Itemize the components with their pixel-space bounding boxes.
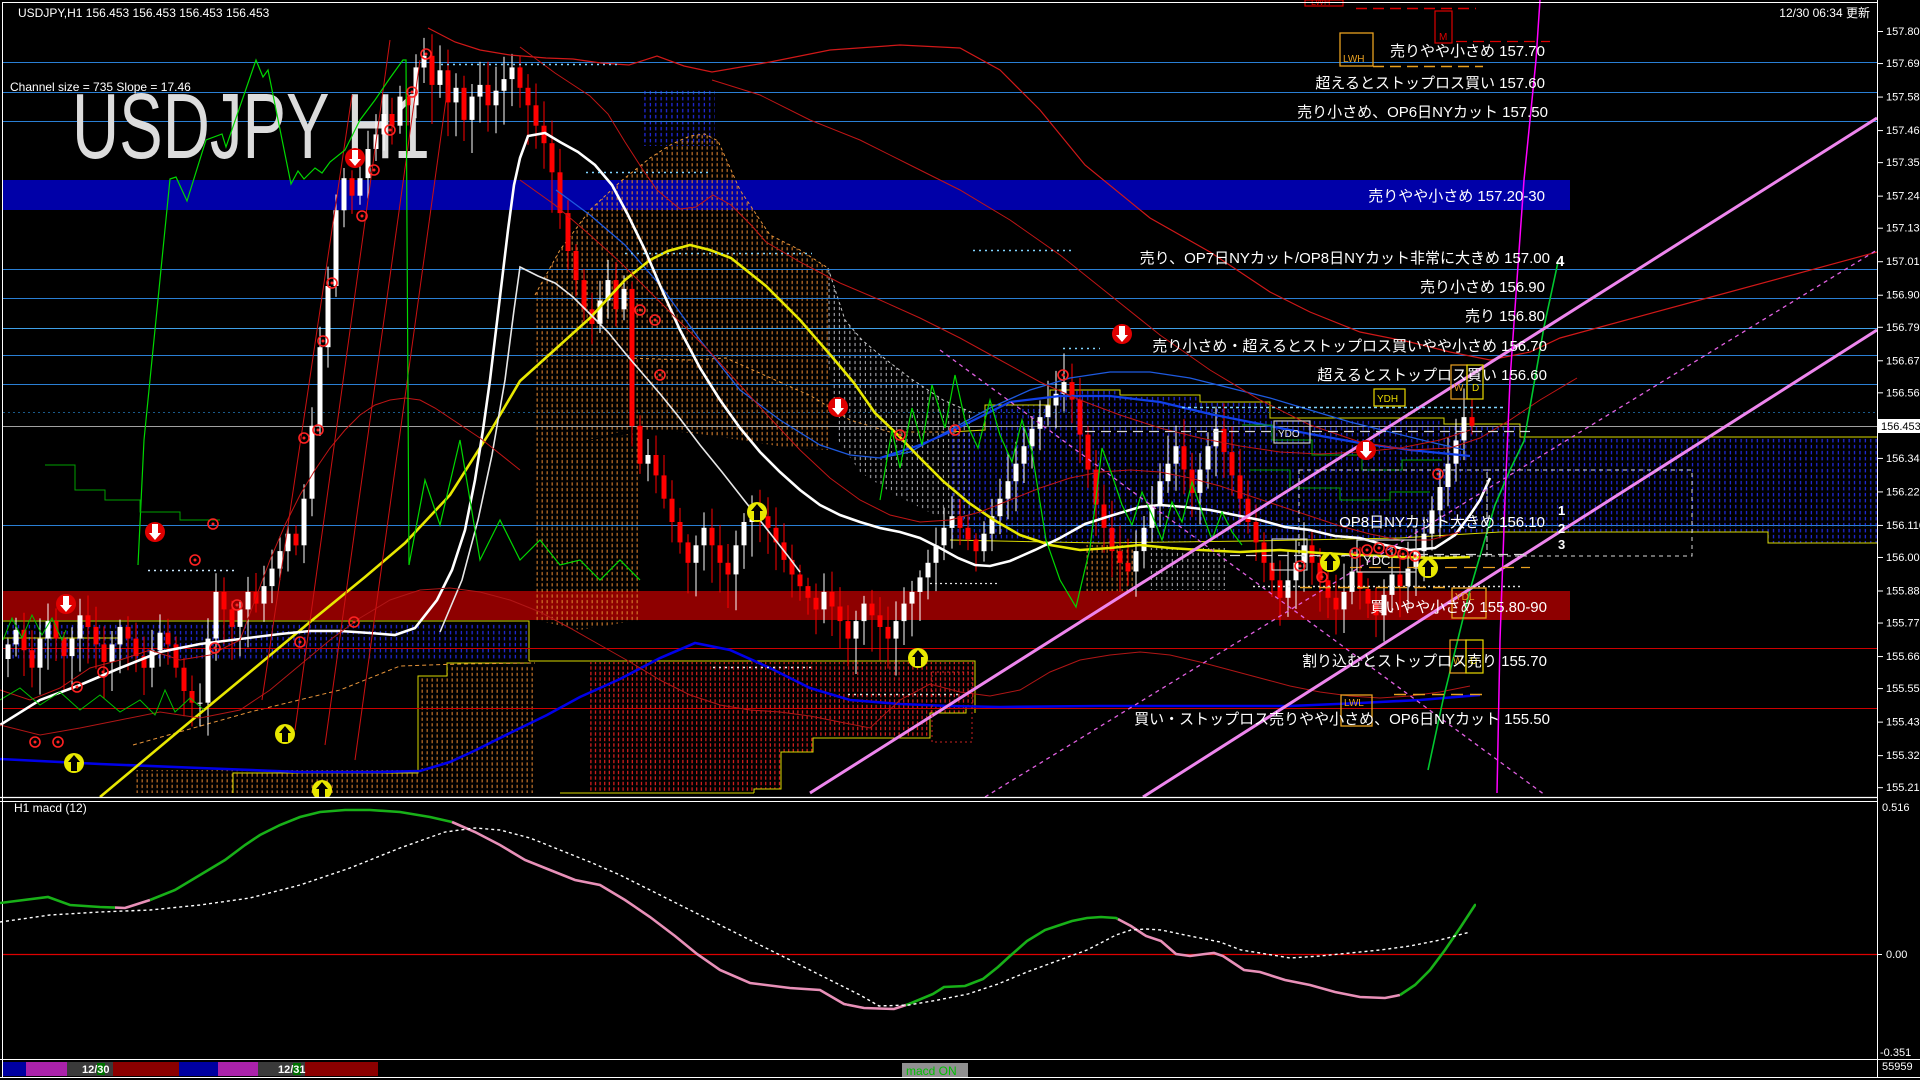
svg-text:155.775: 155.775 <box>1886 618 1920 630</box>
svg-text:157.015: 157.015 <box>1886 256 1920 268</box>
svg-text:Channel size = 735 Slope = 17.: Channel size = 735 Slope = 17.46 <box>10 80 191 94</box>
svg-text:157.805: 157.805 <box>1886 26 1920 38</box>
svg-text:155.210: 155.210 <box>1886 782 1920 794</box>
svg-text:超えるとストップロス買い 156.60: 超えるとストップロス買い 156.60 <box>1317 367 1547 384</box>
svg-text:155.885: 155.885 <box>1886 585 1920 597</box>
svg-text:157.580: 157.580 <box>1886 92 1920 104</box>
svg-text:155.435: 155.435 <box>1886 717 1920 729</box>
svg-text:売り小さめ 156.90: 売り小さめ 156.90 <box>1420 279 1545 296</box>
svg-text:3: 3 <box>1558 537 1565 552</box>
svg-text:157.465: 157.465 <box>1886 125 1920 137</box>
svg-text:割り込むとストップロス売り 155.70: 割り込むとストップロス売り 155.70 <box>1302 653 1547 670</box>
svg-text:156.453: 156.453 <box>1881 421 1920 433</box>
svg-text:OP8日NYカット大きめ 156.10: OP8日NYカット大きめ 156.10 <box>1339 514 1545 531</box>
svg-text:買い・ストップロス売りやや小さめ、OP6日NYカット 155: 買い・ストップロス売りやや小さめ、OP6日NYカット 155.50 <box>1134 711 1550 728</box>
svg-text:売り小さめ・超えるとストップロス買いやや小さめ 156.70: 売り小さめ・超えるとストップロス買いやや小さめ 156.70 <box>1152 338 1547 355</box>
svg-text:4: 4 <box>1556 253 1565 270</box>
svg-text:H1 macd (12): H1 macd (12) <box>14 801 87 815</box>
svg-text:156.565: 156.565 <box>1886 387 1920 399</box>
svg-text:1: 1 <box>1558 503 1565 518</box>
svg-text:USDJPY,H1 156.453 156.453 156: USDJPY,H1 156.453 156.453 156.453 156.45… <box>18 6 270 20</box>
svg-text:155.660: 155.660 <box>1886 651 1920 663</box>
svg-text:LWH: LWH <box>1343 54 1364 65</box>
svg-text:0.00: 0.00 <box>1886 949 1907 961</box>
svg-text:LWH: LWH <box>1311 0 1330 7</box>
svg-text:D: D <box>1472 383 1479 394</box>
svg-text:156.900: 156.900 <box>1886 290 1920 302</box>
svg-text:売り 156.80: 売り 156.80 <box>1465 308 1545 325</box>
svg-text:LWL: LWL <box>1344 698 1364 709</box>
svg-text:156.340: 156.340 <box>1886 453 1920 465</box>
svg-text:0.516: 0.516 <box>1882 802 1910 814</box>
svg-text:155.320: 155.320 <box>1886 750 1920 762</box>
svg-text:156.225: 156.225 <box>1886 486 1920 498</box>
svg-text:2: 2 <box>1558 521 1565 536</box>
svg-text:157.355: 157.355 <box>1886 157 1920 169</box>
svg-text:55959: 55959 <box>1882 1061 1913 1073</box>
svg-text:売り、OP7日NYカット/OP8日NYカット非常に大きめ 1: 売り、OP7日NYカット/OP8日NYカット非常に大きめ 157.00 <box>1140 250 1550 267</box>
svg-text:-0.351: -0.351 <box>1880 1047 1911 1059</box>
svg-text:12/31: 12/31 <box>278 1064 306 1076</box>
svg-text:超えるとストップロス買い 157.60: 超えるとストップロス買い 157.60 <box>1315 75 1545 92</box>
svg-text:売りやや小さめ 157.70: 売りやや小さめ 157.70 <box>1390 43 1545 60</box>
svg-text:156.675: 156.675 <box>1886 355 1920 367</box>
svg-text:macd ON: macd ON <box>906 1064 957 1078</box>
svg-text:M: M <box>1439 32 1447 43</box>
svg-text:売りやや小さめ 157.20-30: 売りやや小さめ 157.20-30 <box>1368 188 1545 205</box>
svg-text:YDO: YDO <box>1278 429 1300 440</box>
svg-text:買いやや小さめ 155.80-90: 買いやや小さめ 155.80-90 <box>1370 599 1547 616</box>
svg-text:売り小さめ、OP6日NYカット 157.50: 売り小さめ、OP6日NYカット 157.50 <box>1297 104 1548 121</box>
svg-text:12/30: 12/30 <box>82 1064 110 1076</box>
svg-text:156.110: 156.110 <box>1886 520 1920 532</box>
svg-text:155.550: 155.550 <box>1886 683 1920 695</box>
svg-text:157.130: 157.130 <box>1886 223 1920 235</box>
svg-text:156.000: 156.000 <box>1886 552 1920 564</box>
svg-text:157.240: 157.240 <box>1886 191 1920 203</box>
svg-text:12/30 06:34 更新: 12/30 06:34 更新 <box>1779 5 1870 20</box>
svg-text:156.790: 156.790 <box>1886 322 1920 334</box>
svg-text:YDH: YDH <box>1377 394 1398 405</box>
svg-text:W: W <box>1454 383 1464 394</box>
svg-text:157.695: 157.695 <box>1886 58 1920 70</box>
